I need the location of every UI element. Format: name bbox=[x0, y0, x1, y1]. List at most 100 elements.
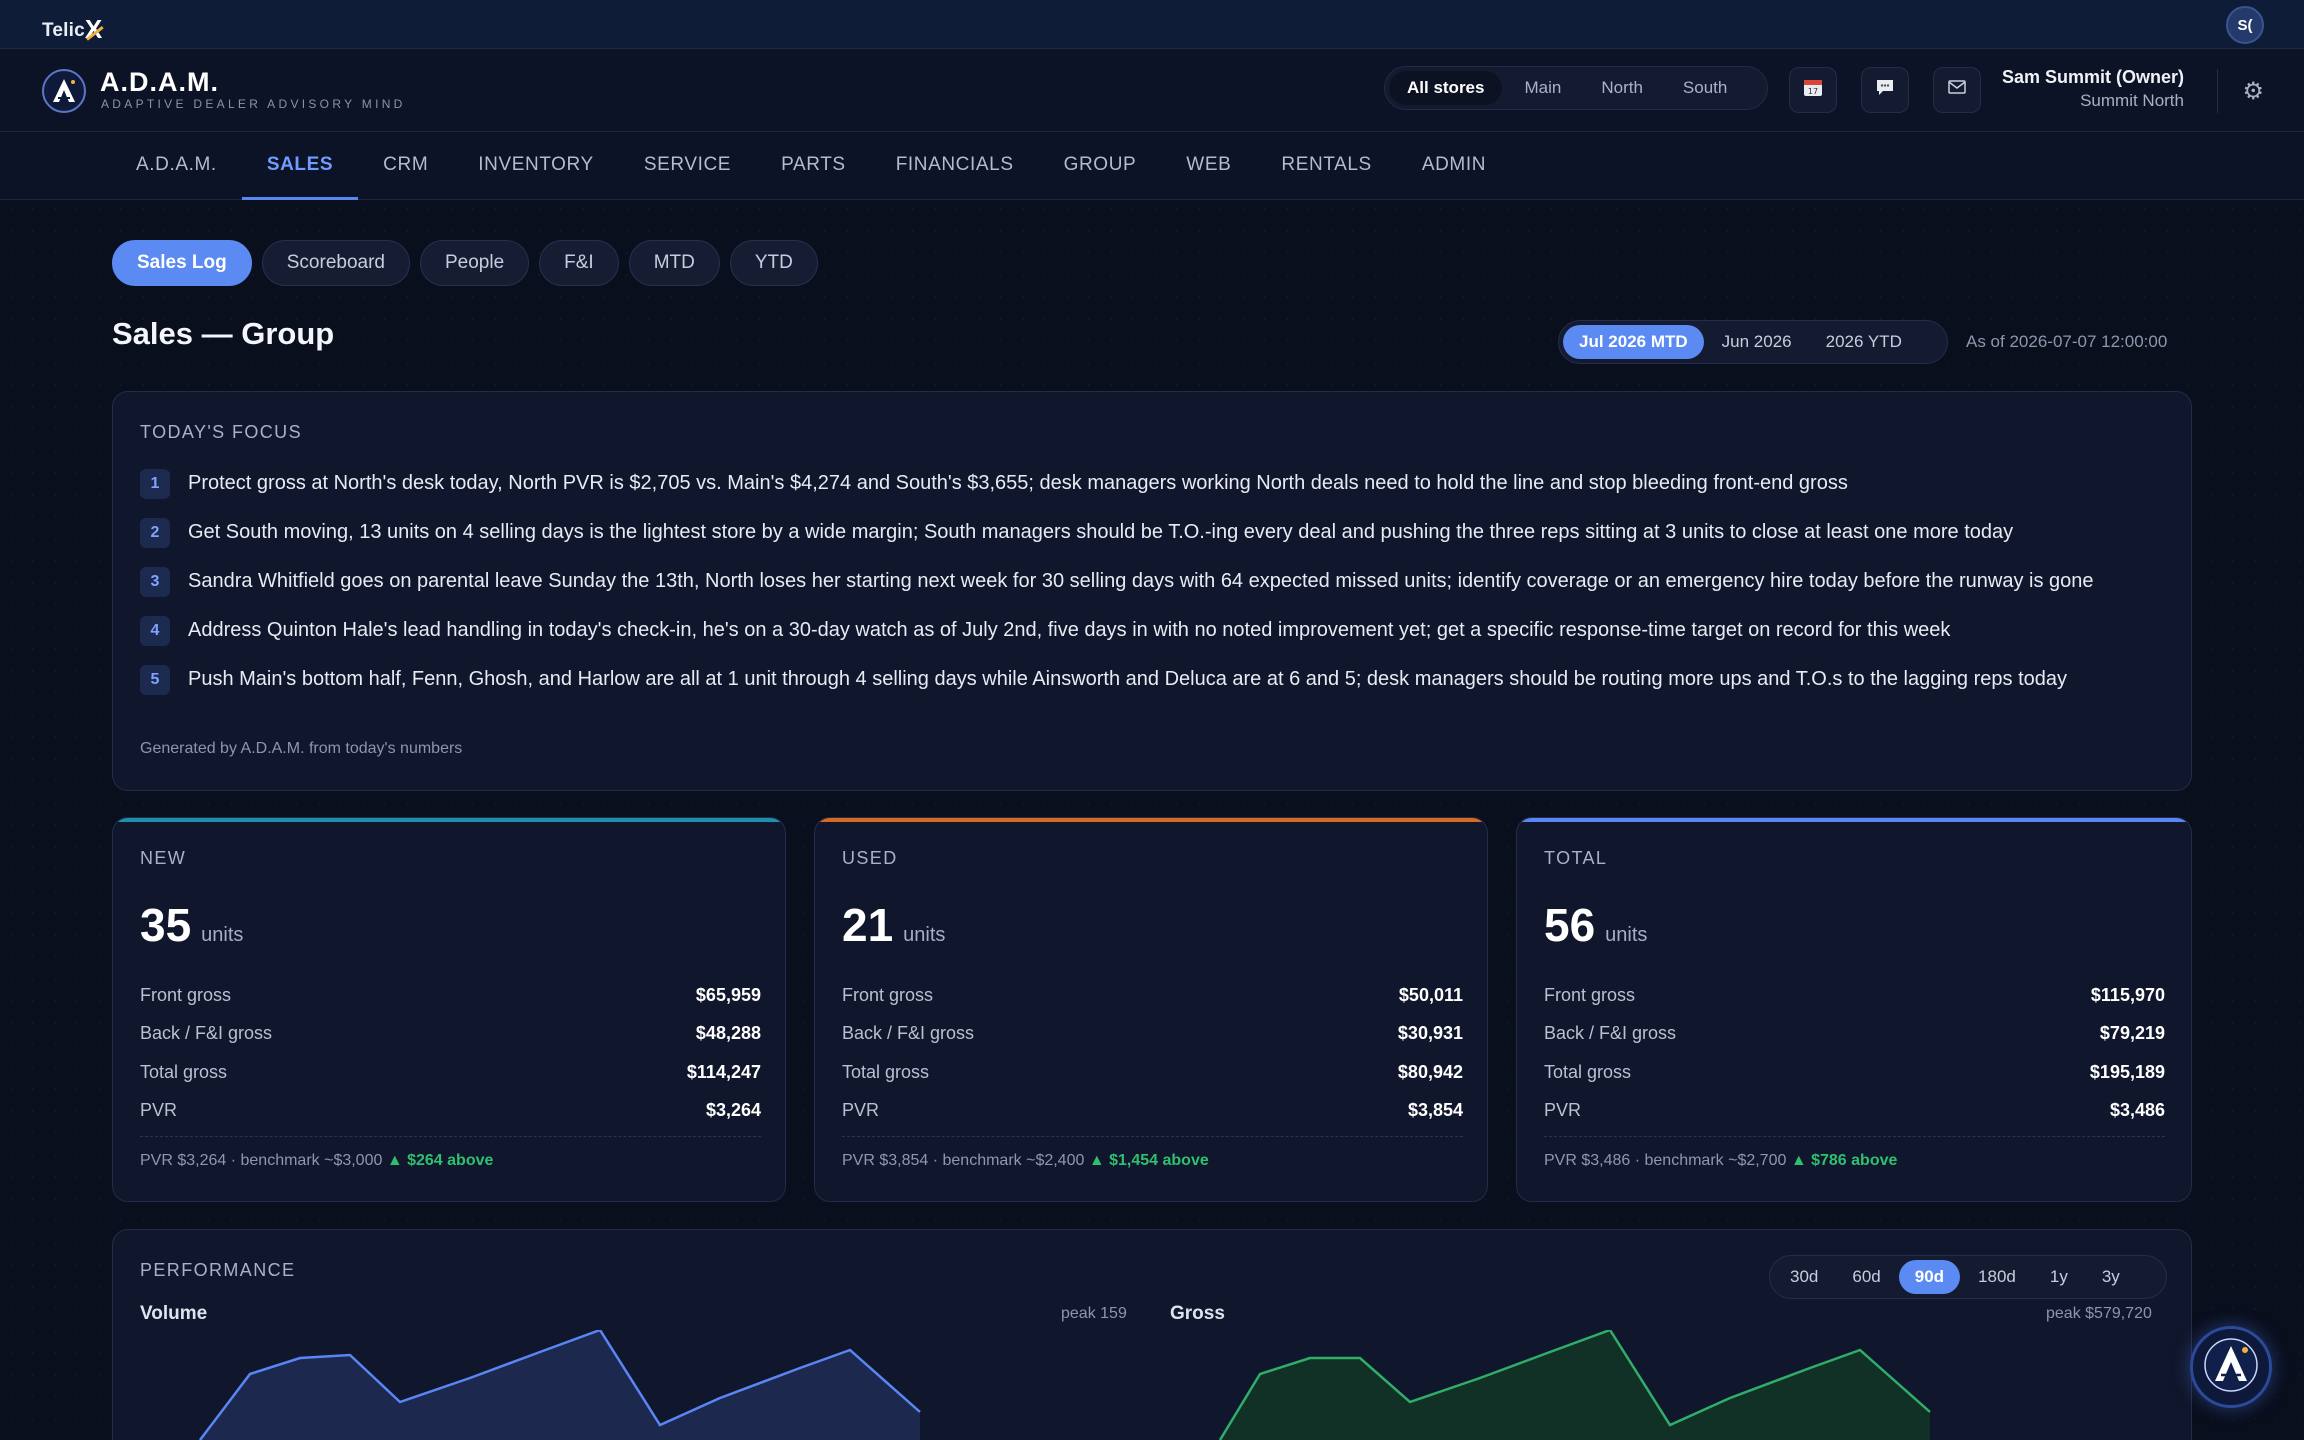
kpi-value: $115,970 bbox=[2090, 984, 2165, 1005]
period-ytd[interactable]: 2026 YTD bbox=[1810, 325, 1918, 359]
subtab-people[interactable]: People bbox=[419, 240, 530, 286]
kpi-row: Back / F&I gross $79,219 bbox=[1544, 1015, 2165, 1054]
kpi-value: $195,189 bbox=[2089, 1061, 2165, 1082]
telic-logo[interactable]: TelicX bbox=[42, 12, 102, 44]
kpi-divider bbox=[1544, 1136, 2165, 1137]
kpi-delta: ▲ $786 above bbox=[1790, 1152, 1898, 1169]
nav-crm[interactable]: CRM bbox=[358, 132, 453, 200]
nav-service[interactable]: SERVICE bbox=[619, 132, 756, 200]
kpi-units-value: 56 bbox=[1544, 899, 1596, 951]
period-jul-mtd[interactable]: Jul 2026 MTD bbox=[1563, 325, 1704, 359]
calendar-button[interactable]: 17 bbox=[1789, 67, 1837, 113]
kpi-row: Total gross $114,247 bbox=[140, 1053, 761, 1092]
nav-inventory[interactable]: INVENTORY bbox=[453, 132, 619, 200]
adam-logo-icon[interactable] bbox=[42, 69, 86, 113]
performance-label: PERFORMANCE bbox=[140, 1260, 296, 1280]
store-option-south[interactable]: South bbox=[1665, 71, 1745, 105]
nav-admin[interactable]: ADMIN bbox=[1397, 132, 1511, 200]
nav-rentals[interactable]: RENTALS bbox=[1256, 132, 1396, 200]
kpi-delta: ▲ $1,454 above bbox=[1088, 1152, 1209, 1169]
mail-icon bbox=[1948, 79, 1966, 101]
subtab-scoreboard[interactable]: Scoreboard bbox=[261, 240, 410, 286]
list-item: 5 Push Main's bottom half, Fenn, Ghosh, … bbox=[140, 664, 2170, 695]
sales-subtabs: Sales Log Scoreboard People F&I MTD YTD bbox=[112, 240, 818, 286]
range-1y[interactable]: 1y bbox=[2034, 1260, 2084, 1294]
focus-number: 4 bbox=[140, 616, 170, 646]
logo-text: Telic bbox=[42, 20, 85, 41]
gross-chart-title: Gross bbox=[1170, 1303, 1225, 1324]
kpi-accent-line bbox=[1517, 818, 2191, 822]
focus-number: 1 bbox=[140, 469, 170, 499]
range-90d[interactable]: 90d bbox=[1898, 1260, 1961, 1294]
chat-icon bbox=[1874, 76, 1896, 104]
user-name[interactable]: Sam Summit (Owner) bbox=[2002, 67, 2184, 88]
kpi-value: $65,959 bbox=[695, 984, 761, 1005]
calendar-icon: 17 bbox=[1802, 76, 1824, 104]
kpi-value: $48,288 bbox=[695, 1023, 761, 1044]
kpi-divider bbox=[842, 1136, 1463, 1137]
nav-adam[interactable]: A.D.A.M. bbox=[111, 132, 242, 200]
header-divider bbox=[2217, 69, 2218, 113]
kpi-units-value: 35 bbox=[140, 899, 192, 951]
brand-subtitle: ADAPTIVE DEALER ADVISORY MIND bbox=[101, 97, 406, 111]
kpi-key: Back / F&I gross bbox=[842, 1023, 975, 1044]
focus-text: Push Main's bottom half, Fenn, Ghosh, an… bbox=[188, 668, 2067, 690]
performance-card: PERFORMANCE 30d 60d 90d 180d 1y 3y Volum… bbox=[112, 1229, 2192, 1440]
kpi-accent-line bbox=[815, 818, 1487, 822]
store-option-north[interactable]: North bbox=[1583, 71, 1661, 105]
nav-sales[interactable]: SALES bbox=[241, 132, 359, 200]
nav-parts[interactable]: PARTS bbox=[756, 132, 871, 200]
range-180d[interactable]: 180d bbox=[1962, 1260, 2032, 1294]
kpi-row: Total gross $80,942 bbox=[842, 1053, 1463, 1092]
gross-peak: peak $579,720 bbox=[2046, 1305, 2152, 1322]
kpi-key: Front gross bbox=[140, 984, 232, 1005]
focus-text: Address Quinton Hale's lead handling in … bbox=[188, 619, 1951, 641]
kpi-rows: Front gross $65,959 Back / F&I gross $48,2… bbox=[140, 976, 761, 1130]
mail-button[interactable] bbox=[1933, 67, 1981, 113]
app-header: A.D.A.M. ADAPTIVE DEALER ADVISORY MIND A… bbox=[0, 49, 2304, 132]
volume-chart-title: Volume bbox=[140, 1303, 208, 1324]
kpi-key: PVR bbox=[140, 1100, 178, 1121]
period-jun[interactable]: Jun 2026 bbox=[1706, 325, 1808, 359]
kpi-value: $30,931 bbox=[1397, 1023, 1463, 1044]
kpi-benchmark: PVR $3,854 · benchmark ~$2,400 bbox=[842, 1152, 1085, 1169]
kpi-key: Back / F&I gross bbox=[1544, 1023, 1677, 1044]
main-nav: A.D.A.M. SALES CRM INVENTORY SERVICE PAR… bbox=[0, 132, 2304, 200]
kpi-card-new: NEW 35 units Front gross $65,959 Back / F… bbox=[112, 817, 786, 1202]
kpi-benchmark: PVR $3,264 · benchmark ~$3,000 bbox=[140, 1152, 383, 1169]
kpi-label: TOTAL bbox=[1544, 848, 1608, 868]
list-item: 2 Get South moving, 13 units on 4 sellin… bbox=[140, 517, 2170, 548]
kpi-key: Total gross bbox=[140, 1061, 228, 1082]
kpi-row: Back / F&I gross $48,288 bbox=[140, 1015, 761, 1054]
subtab-ytd[interactable]: YTD bbox=[729, 240, 818, 286]
store-option-main[interactable]: Main bbox=[1506, 71, 1579, 105]
kpi-units: 56 units bbox=[1544, 898, 1647, 952]
subtab-fi[interactable]: F&I bbox=[539, 240, 619, 286]
nav-group[interactable]: GROUP bbox=[1039, 132, 1162, 200]
focus-text: Sandra Whitfield goes on parental leave … bbox=[188, 570, 2094, 592]
chat-button[interactable] bbox=[1861, 67, 1909, 113]
store-option-all[interactable]: All stores bbox=[1389, 71, 1503, 105]
kpi-row: Front gross $115,970 bbox=[1544, 976, 2165, 1015]
range-30d[interactable]: 30d bbox=[1774, 1260, 1834, 1294]
kpi-card-used: USED 21 units Front gross $50,011 Back / … bbox=[814, 817, 1488, 1202]
focus-number: 5 bbox=[140, 665, 170, 695]
nav-web[interactable]: WEB bbox=[1161, 132, 1256, 200]
kpi-row: Front gross $65,959 bbox=[140, 976, 761, 1015]
kpi-units: 21 units bbox=[842, 898, 945, 952]
kpi-benchmark: PVR $3,486 · benchmark ~$2,700 bbox=[1544, 1152, 1787, 1169]
range-3y[interactable]: 3y bbox=[2086, 1260, 2136, 1294]
kpi-value: $3,854 bbox=[1407, 1100, 1463, 1121]
list-item: 1 Protect gross at North's desk today, N… bbox=[140, 468, 2170, 499]
settings-button[interactable]: ⚙ bbox=[2242, 77, 2264, 106]
user-avatar[interactable]: S( bbox=[2226, 6, 2264, 44]
nav-financials[interactable]: FINANCIALS bbox=[871, 132, 1039, 200]
subtab-mtd[interactable]: MTD bbox=[628, 240, 720, 286]
adam-assistant-button[interactable] bbox=[2190, 1326, 2272, 1408]
kpi-label: USED bbox=[842, 848, 898, 868]
gross-area bbox=[1220, 1330, 1930, 1440]
kpi-row: PVR $3,854 bbox=[842, 1092, 1463, 1131]
kpi-footer: PVR $3,854 · benchmark ~$2,400 ▲ $1,454 … bbox=[842, 1152, 1209, 1170]
range-60d[interactable]: 60d bbox=[1836, 1260, 1896, 1294]
subtab-sales-log[interactable]: Sales Log bbox=[112, 240, 252, 286]
